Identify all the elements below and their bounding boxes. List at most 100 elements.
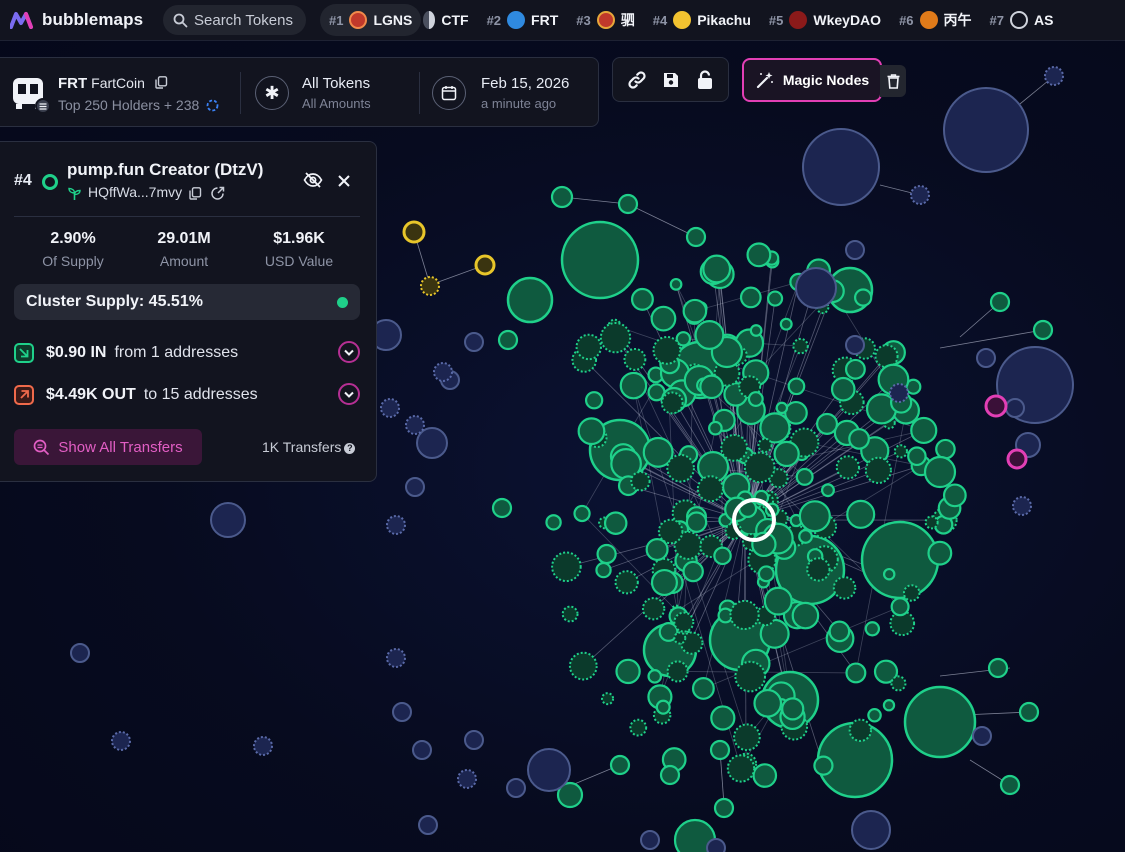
isolated-bubble[interactable] bbox=[972, 726, 992, 746]
holder-bubble[interactable] bbox=[666, 660, 689, 683]
isolated-bubble[interactable] bbox=[70, 643, 90, 663]
brand-logo[interactable]: bubblemaps bbox=[10, 10, 160, 30]
holder-bubble[interactable] bbox=[650, 305, 677, 332]
holder-bubble[interactable] bbox=[798, 500, 831, 533]
isolated-bubble[interactable] bbox=[943, 87, 1029, 173]
copy-icon[interactable] bbox=[155, 76, 168, 89]
date-section[interactable]: Feb 15, 2026 a minute ago bbox=[420, 58, 598, 126]
chevron-down-icon[interactable] bbox=[338, 383, 360, 405]
holder-bubble[interactable] bbox=[596, 543, 617, 565]
isolated-bubble[interactable] bbox=[380, 398, 400, 418]
holder-bubble[interactable] bbox=[694, 319, 725, 350]
holder-bubble[interactable] bbox=[828, 620, 851, 643]
holder-bubble[interactable] bbox=[614, 570, 639, 595]
holder-bubble[interactable] bbox=[798, 529, 813, 544]
holder-bubble[interactable] bbox=[642, 436, 674, 468]
transfers-out-row[interactable]: $4.49K OUT to 15 addresses bbox=[14, 382, 360, 408]
trending-item-horse[interactable]: #3 驷 bbox=[567, 4, 643, 36]
holder-bubble[interactable] bbox=[848, 428, 870, 450]
isolated-bubble[interactable] bbox=[506, 778, 526, 798]
isolated-bubble[interactable] bbox=[386, 515, 406, 535]
holder-bubble[interactable] bbox=[1032, 319, 1054, 341]
holder-bubble[interactable] bbox=[864, 456, 892, 484]
holder-bubble[interactable] bbox=[757, 565, 775, 583]
save-icon[interactable] bbox=[662, 71, 680, 89]
holder-bubble[interactable] bbox=[942, 483, 967, 508]
holder-bubble[interactable] bbox=[402, 220, 426, 244]
cluster-supply-bar[interactable]: Cluster Supply: 45.51% bbox=[14, 284, 360, 320]
holder-bubble[interactable] bbox=[757, 437, 773, 453]
holder-bubble[interactable] bbox=[720, 433, 749, 462]
holder-bubble[interactable] bbox=[813, 755, 834, 776]
trending-item-bingwu[interactable]: #6 丙午 bbox=[890, 4, 980, 36]
trending-item-as[interactable]: #7 AS bbox=[981, 4, 1063, 36]
holder-bubble[interactable] bbox=[781, 697, 805, 721]
holder-bubble[interactable] bbox=[623, 347, 647, 371]
holder-bubble[interactable] bbox=[989, 291, 1011, 313]
holder-bubble[interactable] bbox=[832, 576, 857, 600]
isolated-bubble[interactable] bbox=[253, 736, 273, 756]
holder-bubble[interactable] bbox=[867, 707, 882, 723]
trending-item-wkeydao[interactable]: #5 WkeyDAO bbox=[760, 4, 890, 36]
isolated-bubble[interactable] bbox=[464, 332, 484, 352]
holder-bubble[interactable] bbox=[860, 520, 940, 600]
isolated-bubble[interactable] bbox=[1044, 66, 1064, 86]
isolated-bubble[interactable] bbox=[889, 383, 909, 403]
holder-bubble[interactable] bbox=[584, 391, 604, 410]
holder-bubble[interactable] bbox=[709, 739, 731, 761]
holder-bubble[interactable] bbox=[474, 254, 496, 276]
holder-bubble[interactable] bbox=[550, 185, 574, 209]
link-icon[interactable] bbox=[627, 70, 647, 90]
holder-bubble[interactable] bbox=[545, 514, 562, 531]
holder-bubble[interactable] bbox=[652, 335, 682, 365]
holder-bubble[interactable] bbox=[617, 193, 639, 215]
holder-bubble[interactable] bbox=[599, 322, 632, 354]
holder-bubble[interactable] bbox=[773, 440, 800, 468]
holder-bubble[interactable] bbox=[835, 455, 861, 480]
isolated-bubble[interactable] bbox=[210, 502, 246, 538]
holder-bubble[interactable] bbox=[645, 538, 669, 562]
isolated-bubble[interactable] bbox=[386, 648, 406, 668]
holder-bubble[interactable] bbox=[910, 416, 938, 445]
holder-bubble[interactable] bbox=[691, 677, 715, 700]
holder-bubble[interactable] bbox=[816, 412, 839, 435]
token-section[interactable]: FRT FartCoin Top 250 Holders + 238 bbox=[0, 58, 240, 126]
holder-bubble[interactable] bbox=[660, 391, 684, 415]
holder-bubble[interactable] bbox=[752, 763, 778, 788]
holder-bubble[interactable] bbox=[561, 605, 579, 623]
isolated-bubble[interactable] bbox=[405, 415, 425, 435]
isolated-bubble[interactable] bbox=[392, 702, 412, 722]
holder-bubble[interactable] bbox=[759, 412, 791, 444]
holder-bubble[interactable] bbox=[568, 651, 598, 681]
holder-bubble[interactable] bbox=[577, 417, 606, 446]
holder-bubble[interactable] bbox=[659, 764, 681, 786]
isolated-bubble[interactable] bbox=[640, 830, 660, 850]
holder-bubble[interactable] bbox=[682, 560, 704, 583]
holder-bubble[interactable] bbox=[630, 471, 651, 492]
holder-bubble[interactable] bbox=[1018, 701, 1040, 723]
holder-bubble[interactable] bbox=[890, 597, 910, 617]
wallet-address[interactable]: HQffWa...7mvy bbox=[88, 184, 182, 200]
holder-bubble[interactable] bbox=[696, 475, 724, 503]
trending-item-frt[interactable]: #2 FRT bbox=[478, 4, 568, 36]
holder-bubble[interactable] bbox=[603, 511, 628, 535]
holder-bubble[interactable] bbox=[615, 658, 641, 685]
holder-bubble[interactable] bbox=[629, 718, 648, 737]
holder-bubble[interactable] bbox=[923, 455, 957, 489]
trending-item-ctf[interactable]: CTF bbox=[421, 4, 477, 36]
holder-bubble[interactable] bbox=[987, 657, 1009, 679]
holder-bubble[interactable] bbox=[699, 374, 724, 400]
holder-bubble[interactable] bbox=[609, 754, 631, 776]
show-all-transfers-button[interactable]: Show All Transfers bbox=[14, 429, 202, 465]
isolated-bubble[interactable] bbox=[527, 748, 571, 792]
holder-bubble[interactable] bbox=[713, 546, 732, 566]
holder-bubble[interactable] bbox=[573, 504, 591, 523]
isolated-bubble[interactable] bbox=[845, 335, 865, 355]
holder-bubble[interactable] bbox=[791, 601, 820, 630]
holder-bubble[interactable] bbox=[641, 597, 666, 621]
holder-bubble[interactable] bbox=[506, 276, 554, 324]
isolated-bubble[interactable] bbox=[802, 128, 880, 206]
holder-bubble[interactable] bbox=[673, 611, 695, 633]
copy-icon[interactable] bbox=[189, 187, 202, 200]
holder-bubble[interactable] bbox=[630, 287, 654, 311]
